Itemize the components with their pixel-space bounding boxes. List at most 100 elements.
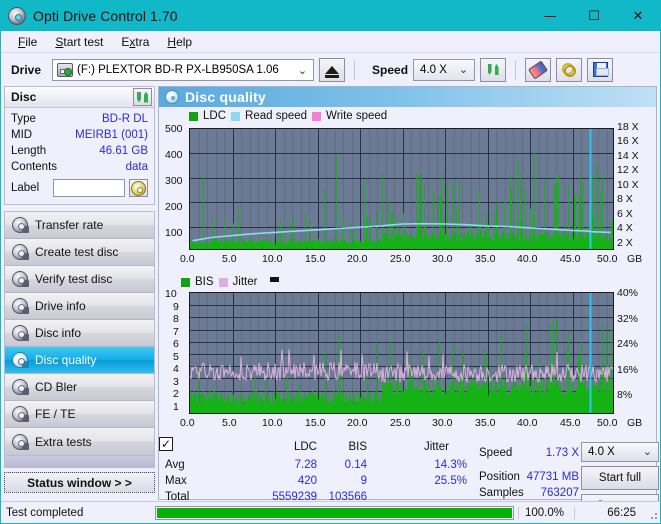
sidebar-item-disc-quality[interactable]: Disc quality xyxy=(5,347,154,374)
menu-item-start-test[interactable]: Start test xyxy=(46,33,112,51)
stats-bis-max: 9 xyxy=(360,475,367,487)
ldc-plot-svg xyxy=(190,129,613,249)
legend-swatch-write-speed xyxy=(312,111,322,121)
status-bar: Test completed 100.0% 66:25 xyxy=(1,501,660,523)
sidebar-item-disc-info[interactable]: Disc info xyxy=(5,320,154,347)
menu-item-file[interactable]: File xyxy=(9,33,46,51)
start-full-button[interactable]: Start full xyxy=(581,466,659,490)
close-button[interactable]: ✕ xyxy=(616,1,660,31)
bis-xtick-30: 30.0 xyxy=(432,417,453,429)
tools-icon xyxy=(561,62,577,77)
disc-label-button[interactable] xyxy=(129,179,148,197)
stats-speed-label: Speed xyxy=(479,447,513,459)
save-icon xyxy=(592,62,609,77)
eject-button[interactable] xyxy=(319,57,346,82)
ldc-plot-area[interactable] xyxy=(189,128,614,250)
bis-ytick-4: 4 xyxy=(173,363,179,375)
menu-item-extra[interactable]: Extra xyxy=(112,33,158,51)
stats-position-value: 47731 MB xyxy=(526,471,579,483)
stats-row-label-avg: Avg xyxy=(165,459,185,471)
drive-select[interactable]: (F:) PLEXTOR BD-R PX-LB950SA 1.06 ⌄ xyxy=(52,58,315,81)
disc-test-icon xyxy=(12,217,29,233)
sidebar-item-fe-te[interactable]: FE / TE xyxy=(5,401,154,428)
resize-grip[interactable] xyxy=(644,506,658,520)
bis-plot-area[interactable] xyxy=(189,292,614,414)
bis-ytick-5: 5 xyxy=(173,351,179,363)
ldc-ytick-300: 300 xyxy=(165,175,183,187)
ldc-xtick-35: 35.0 xyxy=(475,253,496,265)
chevron-down-icon: ⌄ xyxy=(642,446,652,458)
ldc-chart: LDC Read speed Write speed 500 400 300 2… xyxy=(159,107,656,275)
ldc-xtick-45: 45.0 xyxy=(560,253,581,265)
bis-xtick-35: 35.0 xyxy=(475,417,496,429)
disc-quality-icon xyxy=(165,90,179,104)
stats-ldc-max: 420 xyxy=(297,475,317,487)
sidebar-item-verify-test-disc[interactable]: Verify test disc xyxy=(5,266,154,293)
erase-button[interactable] xyxy=(525,57,552,82)
chevron-down-icon: ⌄ xyxy=(297,64,308,77)
stats-ldc-avg: 7.28 xyxy=(294,459,317,471)
settings-button[interactable] xyxy=(556,57,583,82)
speed-label: Speed xyxy=(372,62,409,77)
minimize-button[interactable]: — xyxy=(528,1,572,31)
disc-row-contents: Contents data xyxy=(11,159,148,175)
refresh-drive-button[interactable] xyxy=(480,57,507,82)
bis-ytick-right-8pct: 8% xyxy=(617,389,633,401)
maximize-button[interactable]: ☐ xyxy=(572,1,616,31)
stats-bis-avg: 0.14 xyxy=(344,459,367,471)
stats-header-bis: BIS xyxy=(348,441,367,453)
bis-ytick-6: 6 xyxy=(173,338,179,350)
progress-bar xyxy=(155,505,514,520)
sidebar-item-drive-info[interactable]: Drive info xyxy=(5,293,154,320)
stats-row-label-max: Max xyxy=(165,475,187,487)
disc-row-key: MID xyxy=(11,129,33,141)
bis-ytick-3: 3 xyxy=(173,376,179,388)
speed-select[interactable]: 4.0 X ⌄ xyxy=(413,58,476,81)
disc-panel-header: Disc xyxy=(5,87,154,108)
disc-label-key: Label xyxy=(11,182,40,194)
sidebar: Disc Type BD-R DL MID MEIRB1 (001) Lengt… xyxy=(1,86,158,500)
disc-test-icon xyxy=(12,298,29,314)
bis-ytick-7: 7 xyxy=(173,326,179,338)
disc-label-input[interactable] xyxy=(53,179,125,197)
ldc-plot-wrap: 500 400 300 200 100 18 X 16 X 14 X 12 X … xyxy=(159,121,656,275)
check-icon: ✓ xyxy=(160,437,172,451)
bis-xtick-5: 5.0 xyxy=(222,417,237,429)
test-speed-select-value: 4.0 X xyxy=(588,446,615,458)
sidebar-item-cd-bler[interactable]: CD Bler xyxy=(5,374,154,401)
bis-plot-svg xyxy=(190,293,613,413)
toolbar-divider-2 xyxy=(515,59,517,80)
bis-xtick-15: 15.0 xyxy=(305,417,326,429)
disc-row-value: BD-R DL xyxy=(101,113,148,125)
ldc-ytick-200: 200 xyxy=(165,201,183,213)
disc-test-icon xyxy=(12,325,29,341)
ldc-ytick-right-8x: 8 X xyxy=(617,193,633,205)
sidebar-item-label: CD Bler xyxy=(35,380,78,394)
toolbar-divider xyxy=(354,59,356,80)
sidebar-item-label: Verify test disc xyxy=(35,272,113,286)
bis-ytick-8: 8 xyxy=(173,313,179,325)
elapsed-time: 66:25 xyxy=(574,506,644,519)
jitter-checkbox[interactable]: ✓ xyxy=(159,437,173,451)
disc-panel-title: Disc xyxy=(11,90,37,104)
nav-list: Transfer rate Create test disc Verify te… xyxy=(4,211,155,456)
page-title: Disc quality xyxy=(185,89,266,105)
ldc-xtick-15: 15.0 xyxy=(305,253,326,265)
sidebar-item-create-test-disc[interactable]: Create test disc xyxy=(5,239,154,266)
drive-select-value: (F:) PLEXTOR BD-R PX-LB950SA 1.06 xyxy=(77,63,279,76)
status-window-button[interactable]: Status window > > xyxy=(4,472,155,493)
stats-jitter-max: 25.5% xyxy=(434,475,467,487)
disc-test-icon xyxy=(12,271,29,287)
sidebar-item-extra-tests[interactable]: Extra tests xyxy=(5,428,154,455)
save-button[interactable] xyxy=(587,57,614,82)
menu-item-help[interactable]: Help xyxy=(158,33,201,51)
disc-refresh-button[interactable] xyxy=(133,88,152,106)
sidebar-item-transfer-rate[interactable]: Transfer rate xyxy=(5,212,154,239)
disc-test-icon xyxy=(12,379,29,395)
sidebar-item-label: Extra tests xyxy=(35,434,92,449)
ldc-xtick-50: 50.0 xyxy=(597,253,618,265)
test-speed-select[interactable]: 4.0 X ⌄ xyxy=(581,442,659,462)
bis-ytick-9: 9 xyxy=(173,301,179,313)
ldc-xtick-5: 5.0 xyxy=(222,253,237,265)
bis-jitter-chart: BIS Jitter 10 9 8 7 6 5 4 3 2 1 40% 32% … xyxy=(159,275,656,437)
